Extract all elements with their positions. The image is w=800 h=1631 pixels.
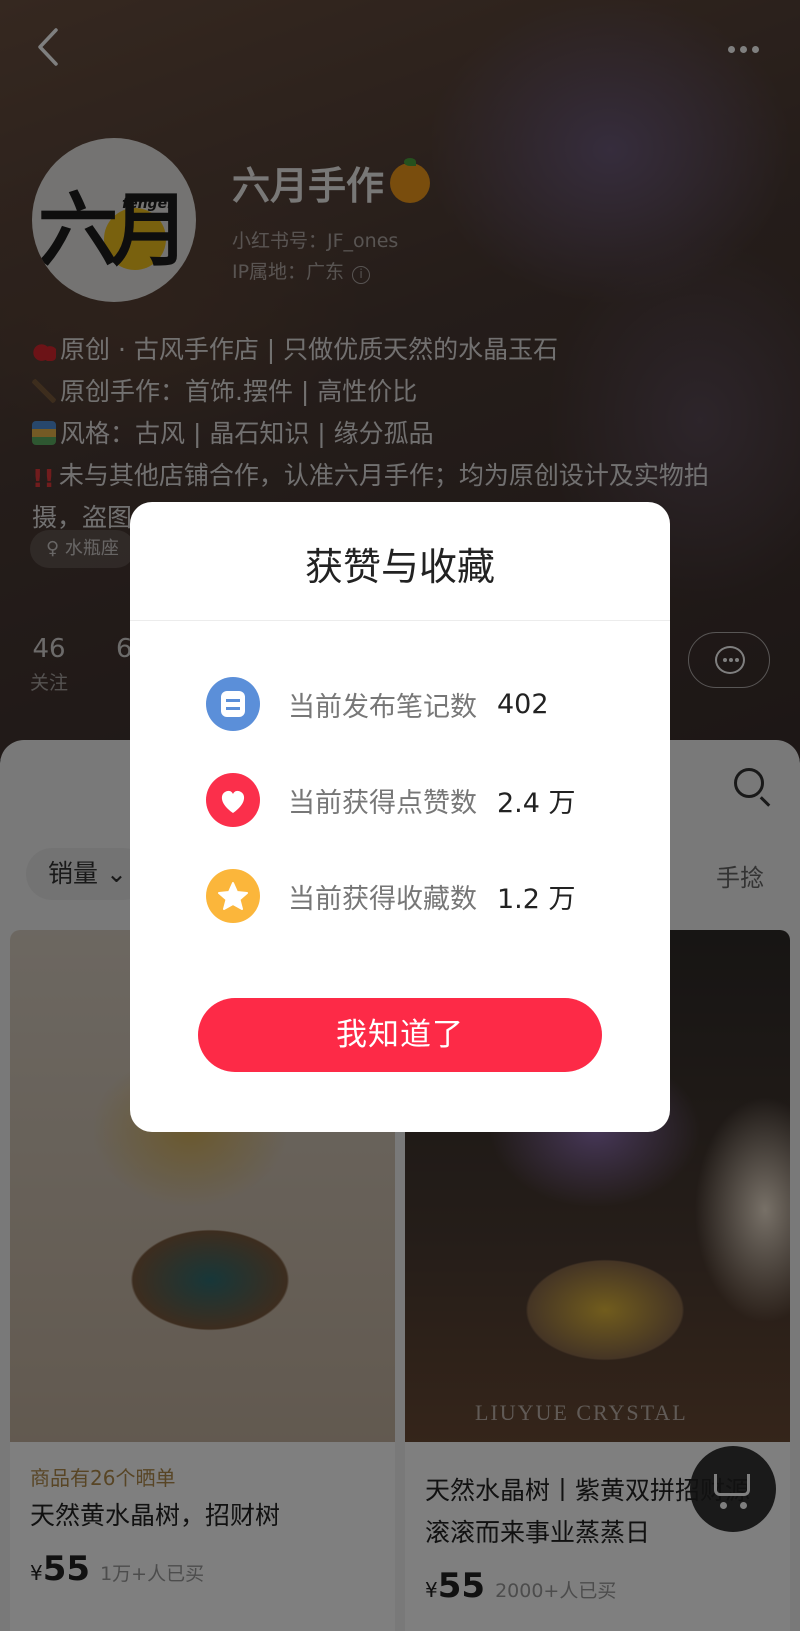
got-it-button[interactable]: 我知道了 <box>198 998 602 1072</box>
notes-count-row: 当前发布笔记数 402 <box>206 676 549 732</box>
star-icon <box>206 869 260 923</box>
dialog-title: 获赞与收藏 <box>304 545 495 589</box>
heart-icon <box>206 773 260 827</box>
likes-count-value: 2.4 万 <box>497 787 576 819</box>
collects-count-label: 当前获得收藏数 <box>288 883 477 915</box>
likes-count-label: 当前获得点赞数 <box>288 787 477 819</box>
likes-count-row: 当前获得点赞数 2.4 万 <box>206 772 576 828</box>
likes-collects-dialog: 获赞与收藏 当前发布笔记数 402 当前获得点赞数 2.4 万 当前获得收藏数 … <box>130 502 670 1132</box>
notes-count-label: 当前发布笔记数 <box>288 691 477 723</box>
collects-count-value: 1.2 万 <box>497 883 576 915</box>
collects-count-row: 当前获得收藏数 1.2 万 <box>206 868 576 924</box>
note-icon <box>206 677 260 731</box>
divider <box>130 620 670 621</box>
notes-count-value: 402 <box>497 688 549 720</box>
